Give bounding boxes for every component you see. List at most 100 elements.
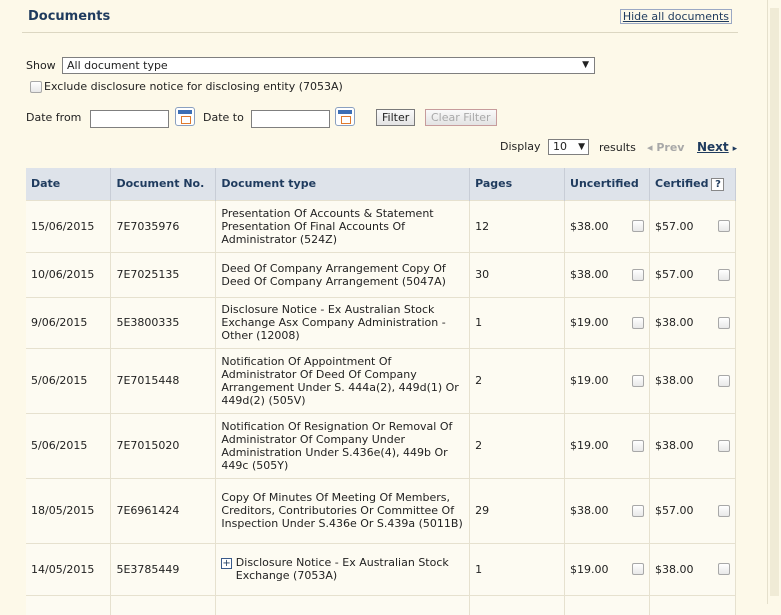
uncertified-checkbox[interactable]: [632, 439, 644, 452]
document-type-td: Disclosure Notice - Ex Australian Stock …: [215, 296, 471, 348]
document-type-cell: Disclosure Notice - Ex Australian Stock …: [221, 303, 446, 342]
date-from-label: Date from: [26, 111, 82, 124]
column-header-document-type[interactable]: Document type: [215, 168, 471, 200]
pages-cell: 1: [469, 542, 566, 595]
table-row: 10/06/2015 7E7025135 Deed Of Company Arr…: [26, 251, 736, 297]
certified-price: $57.00: [655, 268, 694, 281]
table-row: 15/06/2015 7E7035976 Presentation Of Acc…: [26, 199, 736, 252]
column-header-pages[interactable]: Pages: [469, 168, 566, 200]
calendar-icon[interactable]: [335, 107, 355, 126]
filter-button[interactable]: Filter: [376, 109, 416, 126]
exclude-disclosure-checkbox[interactable]: [30, 80, 42, 93]
next-link[interactable]: Next ▸: [697, 140, 737, 154]
uncertified-cell: $38.00: [564, 199, 650, 252]
uncertified-price: $19.00: [570, 562, 609, 576]
results-per-page-value: 10: [553, 140, 567, 153]
documents-table: Date Document No. Document type Pages Un…: [26, 168, 736, 615]
certified-checkbox[interactable]: [718, 316, 730, 329]
document-type-cell: Presentation Of Accounts & Statement Pre…: [221, 206, 434, 246]
uncertified-checkbox[interactable]: [632, 316, 644, 329]
column-header-certified: Certified?: [649, 168, 736, 200]
table-row: 5/06/2015 7E7015020 Notification Of Resi…: [26, 412, 736, 478]
date-cell: 15/06/2015: [26, 199, 112, 252]
uncertified-cell: $38.00: [564, 477, 650, 543]
certified-cell: $38.00: [649, 412, 736, 478]
column-header-date[interactable]: Date: [26, 168, 112, 200]
document-type-cell: Disclosure Notice - Ex Australian Stock …: [235, 556, 449, 582]
help-icon[interactable]: ?: [711, 177, 725, 191]
uncertified-checkbox[interactable]: [632, 220, 644, 232]
certified-checkbox[interactable]: [718, 563, 730, 575]
document-no-cell: 5E3785449: [110, 542, 217, 595]
page-title: Documents: [28, 9, 111, 24]
date-filter-row: Date from Date to Filter Clear Filter: [26, 106, 506, 130]
certified-label: Certified: [655, 177, 709, 190]
uncertified-cell: $19.00: [564, 347, 650, 413]
certified-cell: $57.00: [649, 199, 736, 252]
uncertified-price: $19.00: [570, 374, 609, 387]
date-cell: 14/05/2015: [26, 542, 112, 595]
document-no-cell: 7E7015020: [110, 412, 217, 478]
certified-price: $38.00: [655, 374, 694, 387]
certified-price: $38.00: [655, 316, 694, 329]
document-type-td: Presentation Of Accounts & Statement Pre…: [215, 199, 471, 252]
document-no-cell: 7E7025135: [110, 251, 217, 297]
certified-checkbox[interactable]: [718, 268, 730, 281]
results-label: results: [599, 141, 636, 154]
column-header-document-no[interactable]: Document No.: [110, 168, 217, 200]
next-label: Next: [697, 140, 729, 154]
document-type-cell: Notification Of Resignation Or Removal O…: [221, 419, 453, 472]
uncertified-cell: [564, 594, 650, 615]
pages-cell: 29: [469, 477, 566, 543]
certified-cell: [649, 594, 736, 615]
pages-cell: 12: [469, 199, 566, 252]
chevron-left-icon: ◂: [647, 141, 657, 154]
pages-cell: 1: [469, 296, 566, 348]
certified-cell: $38.00: [649, 542, 736, 595]
table-row: 9/06/2015 5E3800335 Disclosure Notice - …: [26, 296, 736, 348]
chevron-right-icon: ▸: [732, 144, 738, 154]
exclude-disclosure-row: Exclude disclosure notice for disclosing…: [30, 80, 343, 93]
certified-checkbox[interactable]: [718, 439, 730, 452]
date-cell: [26, 594, 112, 615]
document-no-cell: [110, 594, 217, 615]
uncertified-checkbox[interactable]: [632, 504, 644, 517]
scrollbar-track[interactable]: [770, 8, 779, 596]
document-type-select[interactable]: All document type ▼: [62, 57, 595, 74]
date-cell: 5/06/2015: [26, 412, 112, 478]
hide-all-documents-link[interactable]: Hide all documents: [619, 9, 732, 24]
pages-cell: 2: [469, 347, 566, 413]
expand-icon[interactable]: +: [221, 558, 232, 569]
date-cell: 18/05/2015: [26, 477, 112, 543]
document-no-cell: 7E6961424: [110, 477, 217, 543]
certified-checkbox[interactable]: [718, 220, 730, 232]
document-type-td: + Disclosure Notice - Ex Australian Stock…: [215, 542, 471, 595]
exclude-disclosure-label: Exclude disclosure notice for disclosing…: [44, 80, 343, 93]
vertical-scrollbar[interactable]: [767, 0, 781, 604]
certified-price: $38.00: [655, 439, 694, 452]
uncertified-cell: $19.00: [564, 296, 650, 348]
document-type-td: Deed Of Company Arrangement Copy Of Deed…: [215, 251, 471, 297]
table-row: 14/05/2015 5E3785449 + Disclosure Notice …: [26, 542, 736, 595]
certified-checkbox[interactable]: [718, 504, 730, 517]
document-type-cell: Notification Of Appointment Of Administr…: [221, 354, 459, 407]
certified-cell: $57.00: [649, 477, 736, 543]
uncertified-checkbox[interactable]: [632, 563, 644, 575]
prev-link[interactable]: ◂ Prev: [647, 141, 684, 154]
uncertified-price: $38.00: [570, 268, 609, 281]
date-from-input[interactable]: [90, 110, 169, 128]
pages-cell: 30: [469, 251, 566, 297]
date-cell: 5/06/2015: [26, 347, 112, 413]
uncertified-price: $19.00: [570, 316, 609, 329]
results-per-page-select[interactable]: 10 ▼: [548, 139, 589, 155]
document-no-cell: 5E3800335: [110, 296, 217, 348]
calendar-icon[interactable]: [175, 107, 195, 126]
date-to-input[interactable]: [251, 110, 330, 128]
uncertified-checkbox[interactable]: [632, 374, 644, 387]
uncertified-checkbox[interactable]: [632, 268, 644, 281]
uncertified-cell: $38.00: [564, 251, 650, 297]
certified-checkbox[interactable]: [718, 374, 730, 387]
certified-cell: $38.00: [649, 347, 736, 413]
certified-price: $57.00: [655, 504, 694, 517]
clear-filter-button[interactable]: Clear Filter: [425, 109, 497, 126]
